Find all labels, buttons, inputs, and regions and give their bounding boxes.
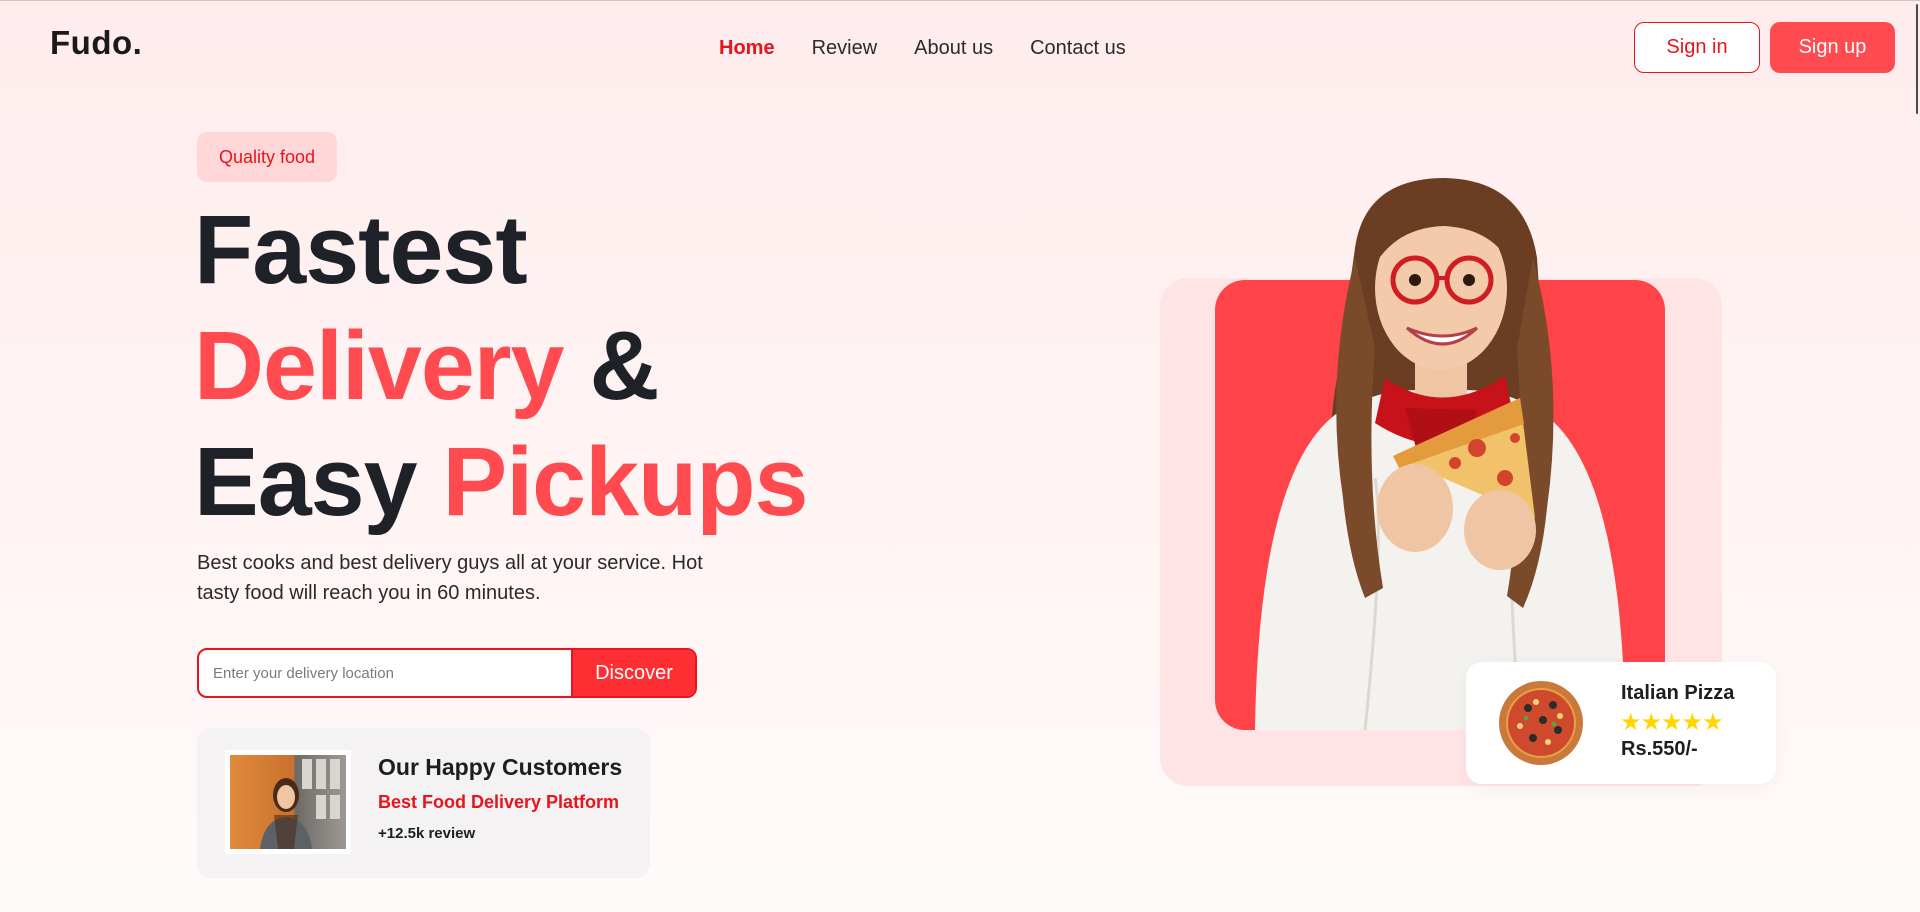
nav-home[interactable]: Home <box>719 37 775 60</box>
product-card[interactable]: Italian Pizza ★★★★★ Rs.550/- <box>1466 662 1776 784</box>
nav-about-us[interactable]: About us <box>914 37 993 60</box>
customers-subtitle: Best Food Delivery Platform <box>378 792 620 812</box>
discover-button[interactable]: Discover <box>571 650 695 696</box>
customers-title: Our Happy Customers <box>378 754 623 780</box>
headline-easy: Easy <box>194 427 443 536</box>
main-nav: Home Review About us Contact us <box>719 37 1126 60</box>
scrollbar-thumb[interactable] <box>1916 4 1918 114</box>
scrollbar[interactable] <box>1912 0 1920 912</box>
sign-up-button[interactable]: Sign up <box>1770 22 1895 73</box>
product-name: Italian Pizza <box>1621 682 1735 704</box>
customer-photo <box>225 750 351 854</box>
pizza-image <box>1499 681 1583 765</box>
logo[interactable]: Fudo. <box>50 24 142 62</box>
headline-ampersand: & <box>563 311 659 420</box>
headline-line-3: Easy Pickups <box>194 424 809 540</box>
delivery-search: Discover <box>197 648 697 698</box>
headline-delivery: Delivery <box>194 311 564 420</box>
hero-description: Best cooks and best delivery guys all at… <box>197 552 703 604</box>
headline-pickups: Pickups <box>442 427 809 536</box>
sign-in-button[interactable]: Sign in <box>1634 22 1760 73</box>
happy-customers-card: Our Happy Customers Best Food Delivery P… <box>197 728 650 878</box>
product-price: Rs.550/- <box>1621 738 1698 760</box>
quality-badge: Quality food <box>197 132 338 182</box>
nav-contact-us[interactable]: Contact us <box>1030 37 1126 60</box>
star-rating-icon: ★★★★★ <box>1620 709 1724 736</box>
nav-review[interactable]: Review <box>812 37 878 60</box>
customers-review-count: +12.5k review <box>378 825 476 842</box>
hero-headline: Fastest Delivery & Easy Pickups <box>194 192 809 540</box>
headline-line-2: Delivery & <box>194 308 808 424</box>
delivery-location-input[interactable] <box>199 650 571 696</box>
top-border <box>0 0 1920 1</box>
headline-line-1: Fastest <box>194 195 528 304</box>
woman-eating-pizza-image <box>1255 178 1625 730</box>
